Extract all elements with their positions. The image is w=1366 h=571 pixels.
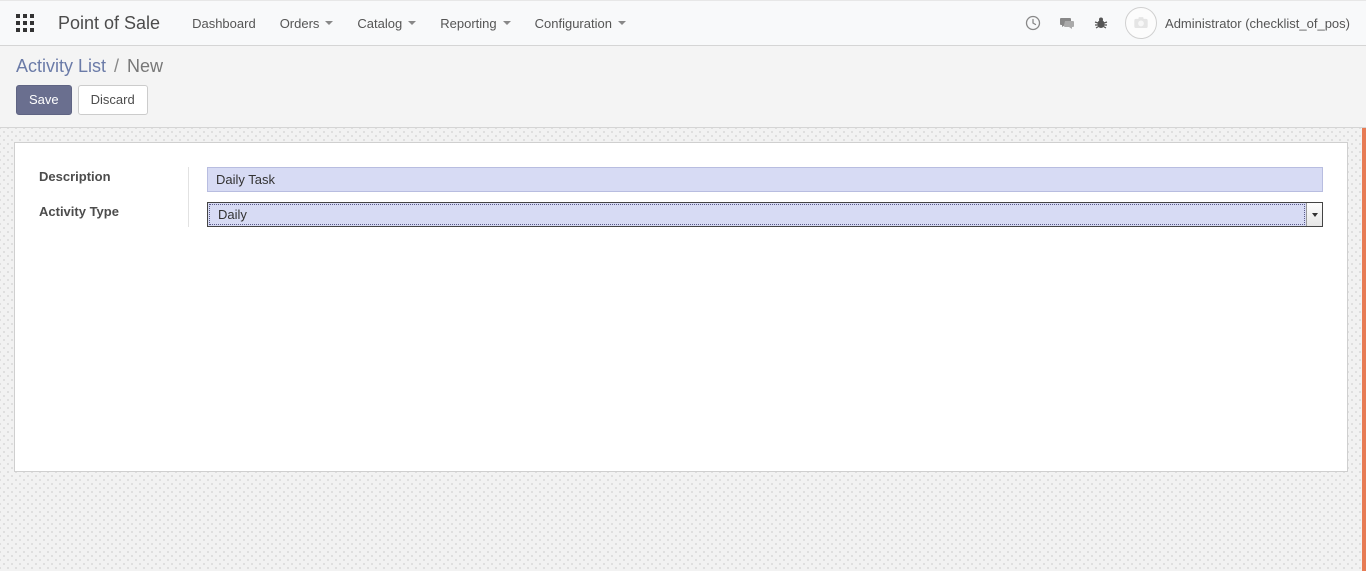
breadcrumb-parent[interactable]: Activity List — [16, 56, 106, 77]
nav-orders[interactable]: Orders — [270, 10, 344, 37]
nav-reporting[interactable]: Reporting — [430, 10, 520, 37]
nav-dashboard-label: Dashboard — [192, 16, 256, 31]
activity-type-value: Daily — [209, 204, 1305, 225]
chevron-down-icon — [408, 21, 416, 25]
avatar — [1125, 7, 1157, 39]
description-label: Description — [27, 169, 177, 184]
nav-reporting-label: Reporting — [440, 16, 496, 31]
activity-type-field-wrap: Daily — [207, 202, 1323, 227]
nav-orders-label: Orders — [280, 16, 320, 31]
nav-catalog[interactable]: Catalog — [347, 10, 426, 37]
app-brand[interactable]: Point of Sale — [58, 13, 160, 34]
apps-launcher-icon[interactable] — [16, 14, 34, 32]
breadcrumb-separator: / — [114, 56, 119, 77]
chevron-down-icon — [503, 21, 511, 25]
dropdown-button[interactable] — [1306, 203, 1322, 226]
breadcrumb: Activity List / New — [16, 56, 1350, 77]
save-button[interactable]: Save — [16, 85, 72, 115]
user-menu[interactable]: Administrator (checklist_of_pos) — [1125, 7, 1350, 39]
control-buttons: Save Discard — [16, 85, 1350, 115]
activity-type-select[interactable]: Daily — [207, 202, 1323, 227]
chevron-down-icon — [1312, 213, 1318, 217]
chevron-down-icon — [618, 21, 626, 25]
clock-icon[interactable] — [1023, 13, 1043, 33]
nav-configuration[interactable]: Configuration — [525, 10, 636, 37]
chevron-down-icon — [325, 21, 333, 25]
nav-configuration-label: Configuration — [535, 16, 612, 31]
discard-button[interactable]: Discard — [78, 85, 148, 115]
form-sheet: Description Activity Type Daily — [14, 142, 1348, 472]
username-label: Administrator (checklist_of_pos) — [1165, 16, 1350, 31]
breadcrumb-current: New — [127, 56, 163, 77]
description-input[interactable] — [207, 167, 1323, 192]
control-panel: Activity List / New Save Discard — [0, 46, 1366, 128]
chat-icon[interactable] — [1057, 13, 1077, 33]
form-area: Description Activity Type Daily — [0, 128, 1366, 571]
nav-items: Dashboard Orders Catalog Reporting Confi… — [182, 10, 636, 37]
activity-type-label: Activity Type — [27, 204, 177, 219]
bug-icon[interactable] — [1091, 13, 1111, 33]
description-field-wrap — [207, 167, 1323, 192]
nav-catalog-label: Catalog — [357, 16, 402, 31]
nav-dashboard[interactable]: Dashboard — [182, 10, 266, 37]
nav-right: Administrator (checklist_of_pos) — [1023, 7, 1350, 39]
navbar: Point of Sale Dashboard Orders Catalog R… — [0, 0, 1366, 46]
